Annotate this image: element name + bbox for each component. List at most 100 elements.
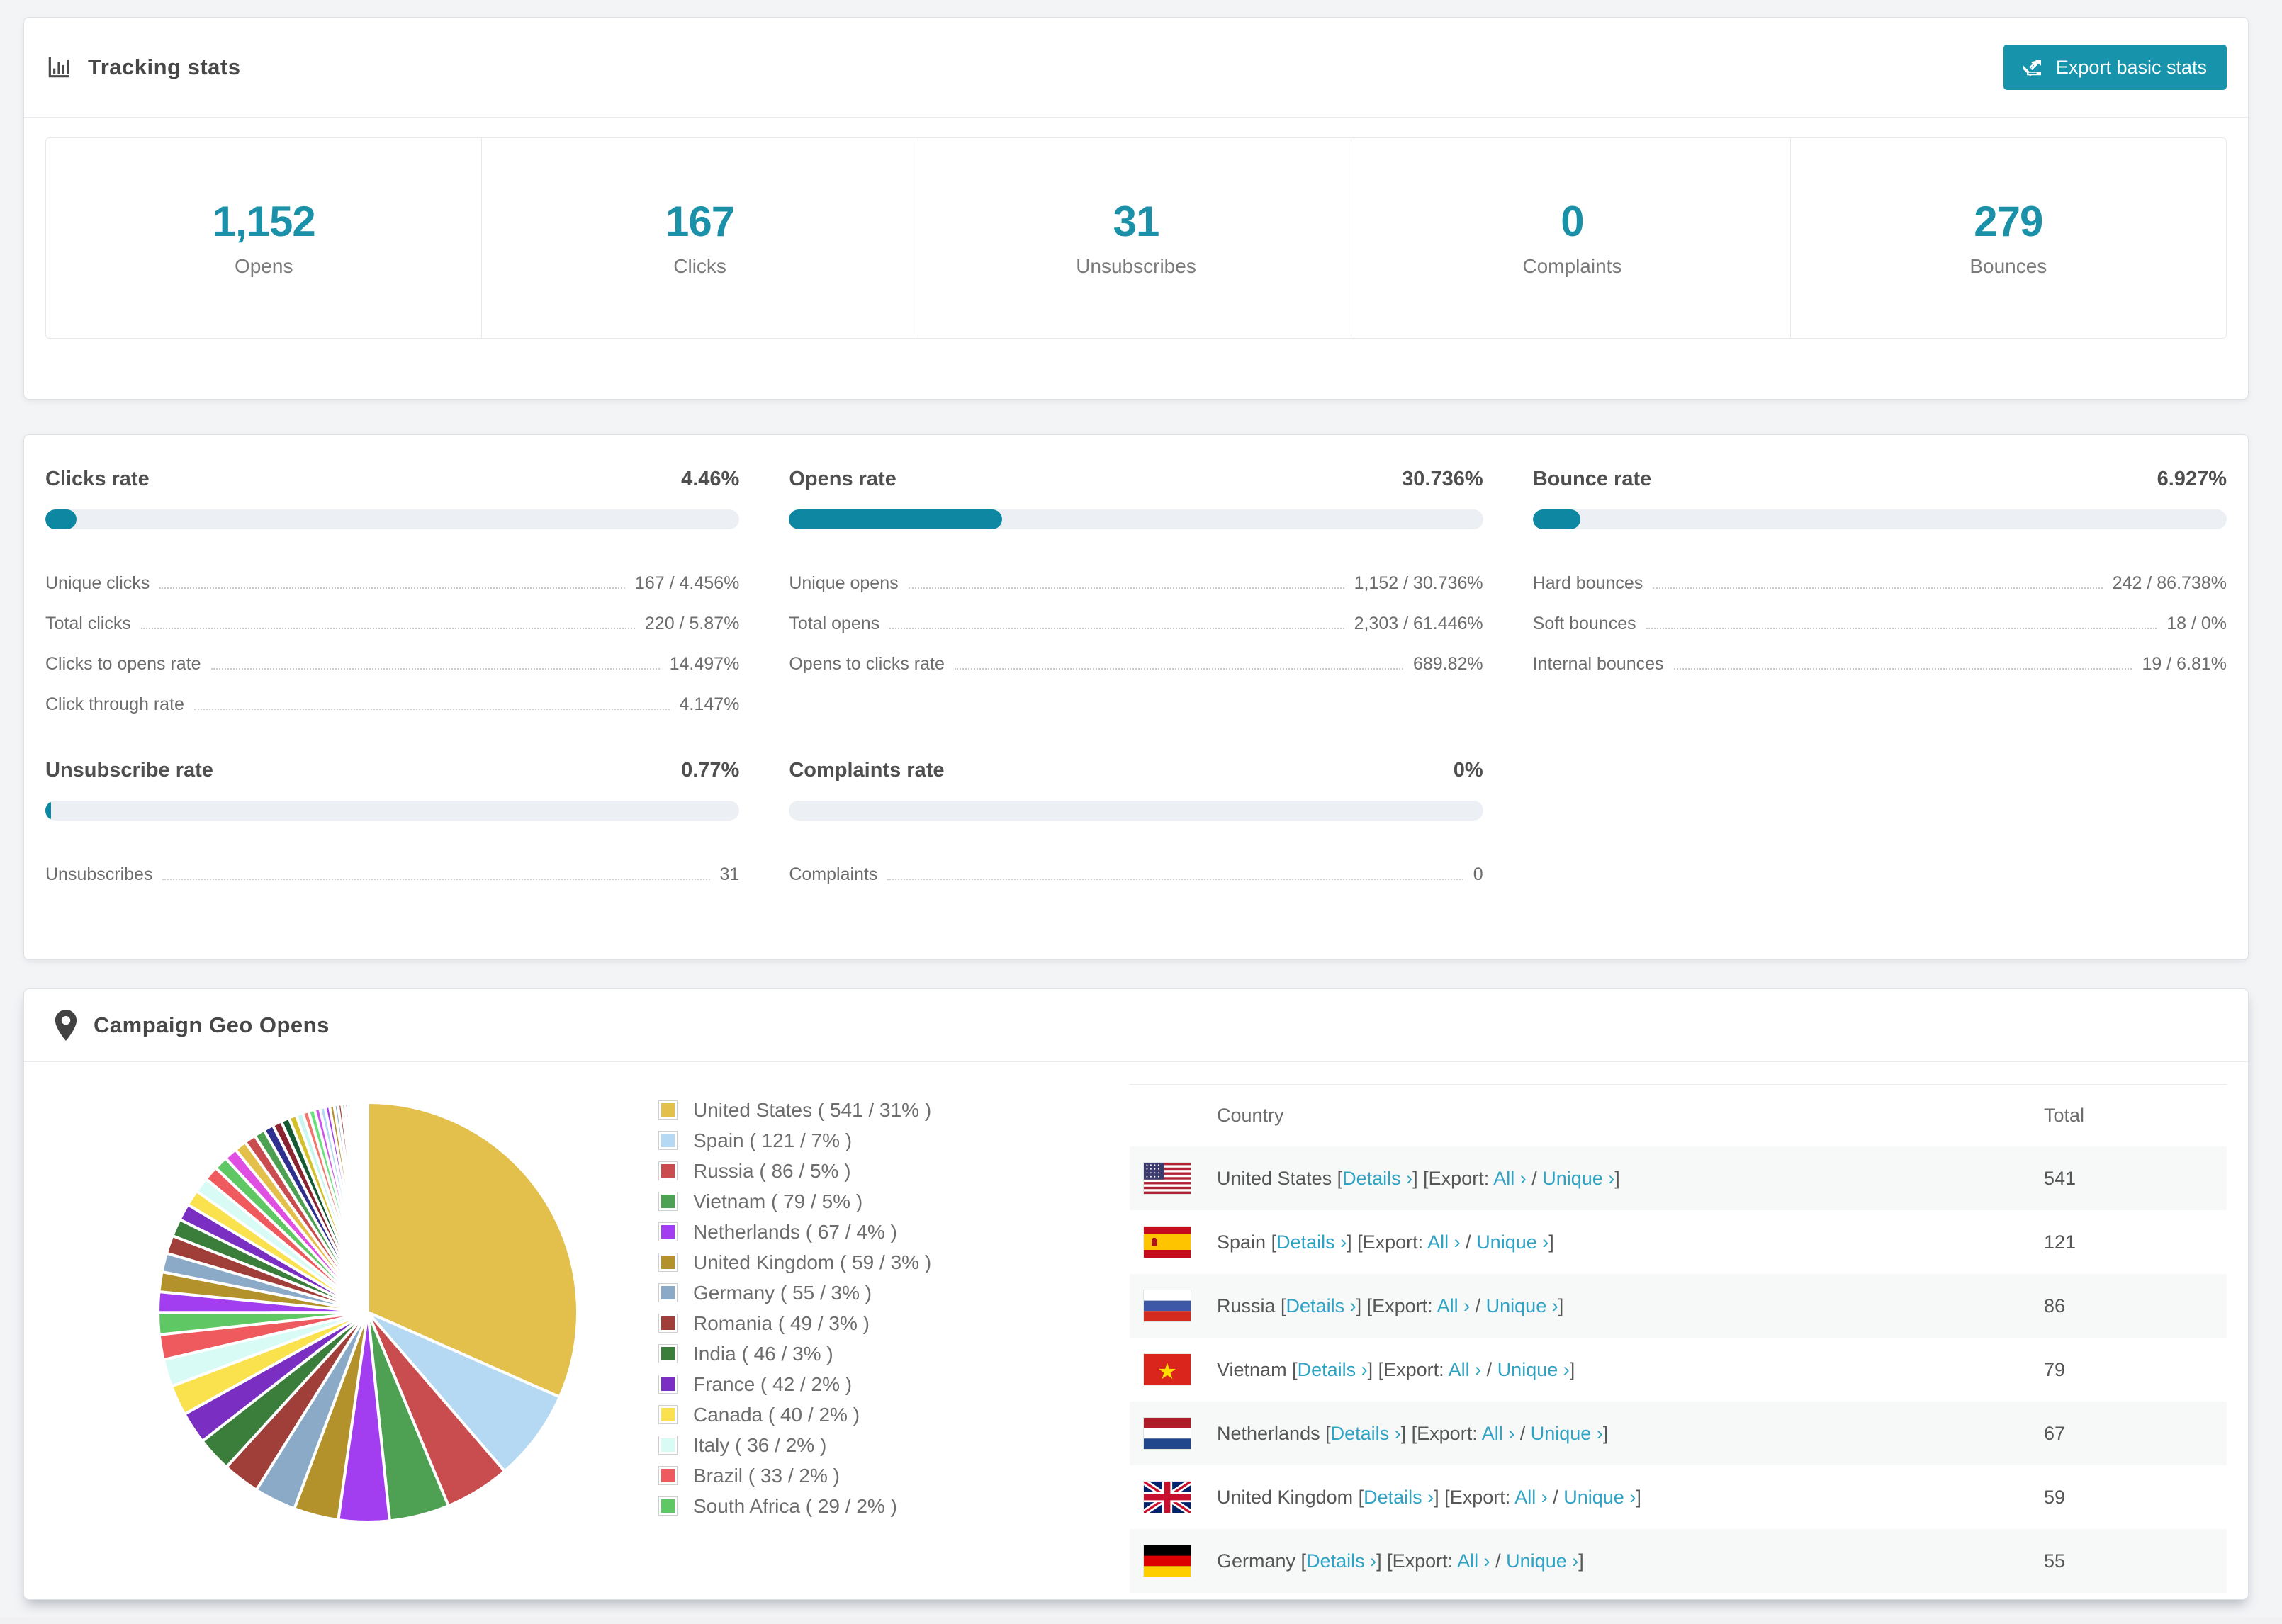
details-link[interactable]: Details › bbox=[1306, 1550, 1376, 1572]
legend-label: India ( 46 / 3% ) bbox=[693, 1342, 833, 1365]
de-flag-icon bbox=[1144, 1545, 1191, 1577]
legend-swatch bbox=[658, 1100, 678, 1120]
country-name: United Kingdom bbox=[1217, 1486, 1359, 1508]
export-all-link[interactable]: All › bbox=[1449, 1359, 1482, 1380]
export-unique-link[interactable]: Unique › bbox=[1531, 1423, 1603, 1444]
stat-row: Soft bounces 18 / 0% bbox=[1533, 594, 2227, 634]
page-title: Tracking stats bbox=[88, 55, 241, 79]
page-background-strip bbox=[0, 1617, 2282, 1624]
legend-label: South Africa ( 29 / 2% ) bbox=[693, 1494, 897, 1517]
bracket: ] [ bbox=[1434, 1486, 1450, 1508]
export-all-link[interactable]: All › bbox=[1427, 1231, 1461, 1253]
export-all-link[interactable]: All › bbox=[1514, 1487, 1548, 1508]
stat-row: Hard bounces 242 / 86.738% bbox=[1533, 553, 2227, 594]
stat-label: Unsubscribes bbox=[45, 864, 153, 884]
export-label: Export: bbox=[1449, 1486, 1515, 1508]
stat-value: 242 / 86.738% bbox=[2112, 573, 2227, 593]
country-links: Spain [Details ›] [Export: All › / Uniqu… bbox=[1217, 1231, 1554, 1253]
stat-row: Unsubscribes 31 bbox=[45, 845, 739, 885]
complaints-rate-head: Complaints rate 0% bbox=[789, 759, 1483, 782]
unsubscribe-rate-block: Unsubscribe rate 0.77% Unsubscribes 31 bbox=[45, 759, 740, 885]
stat-label: Click through rate bbox=[45, 694, 184, 714]
legend-swatch bbox=[658, 1405, 678, 1424]
clicks-rate-progress-fill bbox=[45, 509, 77, 529]
slash: / bbox=[1547, 1486, 1564, 1508]
export-all-link[interactable]: All › bbox=[1437, 1295, 1471, 1316]
slash: / bbox=[1460, 1231, 1477, 1253]
bracket: ] bbox=[1602, 1422, 1609, 1444]
complaints-rate-title: Complaints rate bbox=[789, 759, 945, 782]
stat-label: Internal bounces bbox=[1532, 654, 1664, 674]
column-header-total: Total bbox=[2044, 1105, 2085, 1126]
opens-rate-block: Opens rate 30.736% Unique opens 1,152 / 30.… bbox=[789, 468, 1483, 715]
details-link[interactable]: Details › bbox=[1364, 1487, 1434, 1508]
bounce-rate-progress-bar bbox=[1532, 509, 2227, 529]
details-link[interactable]: Details › bbox=[1298, 1359, 1368, 1380]
stat-label: Hard bounces bbox=[1532, 573, 1643, 593]
pie-slice[interactable] bbox=[365, 1100, 369, 1313]
legend-label: United States ( 541 / 31% ) bbox=[693, 1098, 932, 1121]
geo-body: United States ( 541 / 31% ) Spain ( 121 /… bbox=[24, 1062, 2248, 1593]
complaints-rate-rows: Complaints 0 bbox=[789, 845, 1483, 885]
country-name: Vietnam bbox=[1217, 1358, 1293, 1380]
export-basic-stats-button[interactable]: Export basic stats bbox=[2003, 45, 2227, 90]
export-all-link[interactable]: All › bbox=[1457, 1550, 1490, 1572]
gb-flag-icon bbox=[1144, 1482, 1191, 1513]
legend-item: France ( 42 / 2% ) bbox=[658, 1369, 991, 1399]
stat-label: Total opens bbox=[789, 614, 880, 633]
bracket: [ bbox=[1281, 1295, 1286, 1316]
legend-item: Vietnam ( 79 / 5% ) bbox=[658, 1186, 991, 1217]
legend-item: Germany ( 55 / 3% ) bbox=[658, 1278, 991, 1308]
geo-table-row: Germany [Details ›] [Export: All › / Uni… bbox=[1130, 1529, 2227, 1593]
country-cell: Spain [Details ›] [Export: All › / Uniqu… bbox=[1130, 1227, 2044, 1258]
legend-swatch bbox=[658, 1192, 678, 1211]
stat-value: 19 / 6.81% bbox=[2142, 654, 2227, 674]
bounce-rate-head: Bounce rate 6.927% bbox=[1533, 468, 2227, 491]
bracket: ] [ bbox=[1376, 1550, 1393, 1572]
dotted-leader bbox=[1673, 668, 2132, 670]
opens-rate-progress-fill bbox=[789, 509, 1003, 529]
details-link[interactable]: Details › bbox=[1331, 1423, 1401, 1444]
export-unique-link[interactable]: Unique › bbox=[1486, 1295, 1558, 1316]
unsubscribe-rate-progress-fill bbox=[45, 801, 51, 821]
tracking-stats-card: Tracking stats Export basic stats 1,152 O… bbox=[23, 17, 2249, 400]
slash: / bbox=[1514, 1422, 1531, 1444]
stat-value: 167 / 4.456% bbox=[634, 573, 740, 593]
export-label: Export: bbox=[1362, 1231, 1428, 1253]
opens-rate-head: Opens rate 30.736% bbox=[789, 468, 1483, 491]
export-all-link[interactable]: All › bbox=[1493, 1168, 1527, 1189]
details-link[interactable]: Details › bbox=[1286, 1295, 1356, 1316]
legend-swatch bbox=[658, 1161, 678, 1180]
legend-item: Romania ( 49 / 3% ) bbox=[658, 1308, 991, 1338]
header-divider bbox=[24, 117, 2248, 118]
clicks-rate-block: Clicks rate 4.46% Unique clicks 167 / 4.456… bbox=[45, 468, 740, 715]
export-unique-link[interactable]: Unique › bbox=[1542, 1168, 1614, 1189]
details-link[interactable]: Details › bbox=[1276, 1231, 1347, 1253]
column-header-country: Country bbox=[1217, 1105, 1284, 1126]
campaign-geo-opens-card: Campaign Geo Opens United States ( 541 /… bbox=[23, 988, 2249, 1600]
stat-label: Clicks to opens rate bbox=[45, 654, 201, 674]
vn-flag-icon bbox=[1144, 1354, 1191, 1385]
legend-swatch bbox=[658, 1496, 678, 1516]
export-unique-link[interactable]: Unique › bbox=[1506, 1550, 1578, 1572]
details-link[interactable]: Details › bbox=[1342, 1168, 1412, 1189]
dotted-leader bbox=[908, 587, 1344, 589]
export-unique-link[interactable]: Unique › bbox=[1563, 1487, 1636, 1508]
stat-value: 14.497% bbox=[669, 654, 740, 674]
stat-label: Soft bounces bbox=[1532, 614, 1636, 633]
export-unique-link[interactable]: Unique › bbox=[1476, 1231, 1548, 1253]
bracket: [ bbox=[1292, 1358, 1298, 1380]
export-unique-link[interactable]: Unique › bbox=[1497, 1359, 1570, 1380]
summary-stat-clicks: 167 Clicks bbox=[482, 138, 918, 338]
geo-title: Campaign Geo Opens bbox=[94, 1013, 330, 1037]
summary-label: Bounces bbox=[1969, 255, 2047, 277]
geo-opens-table: Country Total United States [Details ›] … bbox=[1130, 1084, 2227, 1593]
export-all-link[interactable]: All › bbox=[1482, 1423, 1515, 1444]
stat-label: Opens to clicks rate bbox=[789, 654, 945, 674]
geo-table-row: United States [Details ›] [Export: All ›… bbox=[1130, 1146, 2227, 1210]
unsubscribe-rate-head: Unsubscribe rate 0.77% bbox=[45, 759, 739, 782]
complaints-rate-value: 0% bbox=[1453, 759, 1483, 782]
geo-pie-chart[interactable] bbox=[148, 1093, 588, 1532]
legend-label: Netherlands ( 67 / 4% ) bbox=[693, 1220, 897, 1243]
summary-value: 0 bbox=[1561, 198, 1584, 245]
